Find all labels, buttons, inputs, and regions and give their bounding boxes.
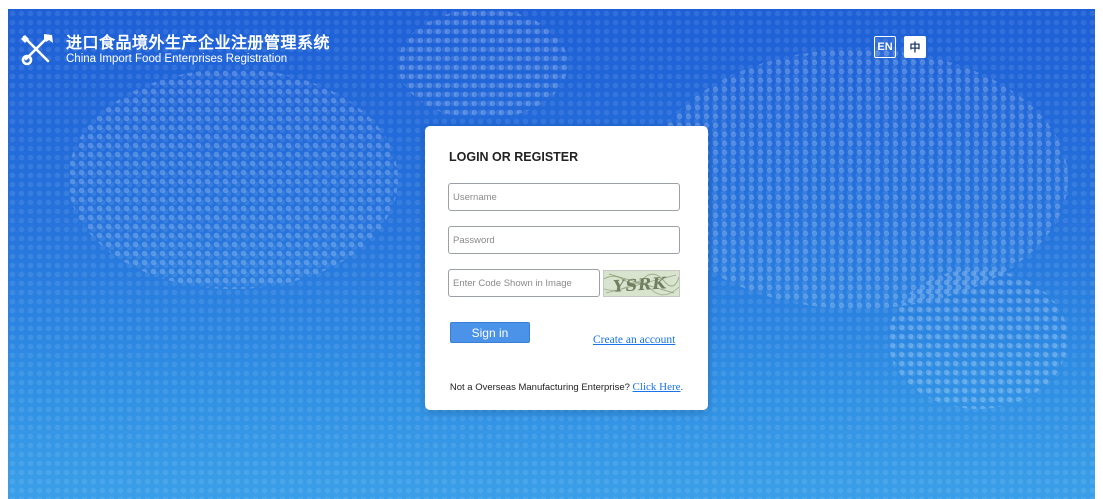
login-card: LOGIN OR REGISTER YSRK Sign in Create an… <box>425 126 708 410</box>
system-title-cn: 进口食品境外生产企业注册管理系统 <box>66 33 331 52</box>
captcha-image[interactable]: YSRK <box>603 270 680 297</box>
dot-map-region <box>888 269 1068 409</box>
footer-period: . <box>680 382 684 393</box>
dot-map-region <box>398 9 568 119</box>
captcha-text: YSRK <box>613 273 668 296</box>
captcha-graphic: YSRK <box>604 271 679 296</box>
non-manufacturer-text: Not a Overseas Manufacturing Enterprise? <box>449 382 630 393</box>
captcha-code-input[interactable] <box>448 269 600 297</box>
sign-in-button[interactable]: Sign in <box>450 322 530 343</box>
language-switcher: EN 中 <box>874 36 926 58</box>
language-zh-button[interactable]: 中 <box>904 36 926 58</box>
create-account-link[interactable]: Create an account <box>593 334 675 346</box>
password-input[interactable] <box>448 226 680 254</box>
dot-map-region <box>68 69 398 289</box>
language-en-button[interactable]: EN <box>874 36 896 58</box>
system-title-en: China Import Food Enterprises Registrati… <box>66 53 288 65</box>
site-header: 进口食品境外生产企业注册管理系统 China Import Food Enter… <box>18 31 330 69</box>
tools-logo-icon <box>21 34 53 66</box>
header-titles: 进口食品境外生产企业注册管理系统 China Import Food Enter… <box>66 34 330 66</box>
login-title: LOGIN OR REGISTER <box>449 150 579 164</box>
click-here-link[interactable]: Click Here <box>633 381 681 393</box>
dot-map-region <box>648 49 1068 309</box>
login-page-background: 进口食品境外生产企业注册管理系统 China Import Food Enter… <box>8 9 1095 499</box>
username-input[interactable] <box>448 183 680 211</box>
non-manufacturer-prompt: Not a Overseas Manufacturing Enterprise?… <box>425 381 708 393</box>
